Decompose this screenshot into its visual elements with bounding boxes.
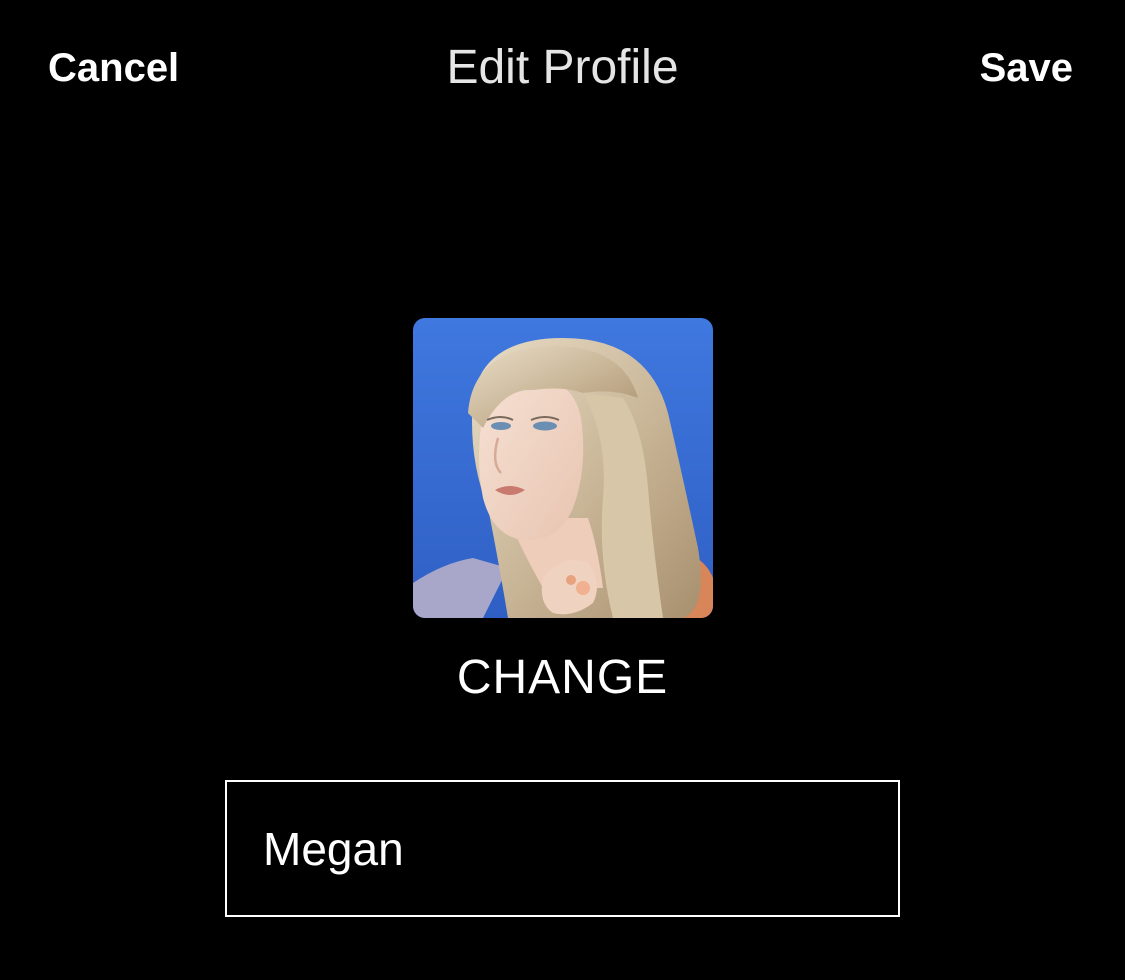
profile-avatar[interactable] bbox=[413, 318, 713, 618]
save-button[interactable]: Save bbox=[980, 44, 1073, 92]
profile-photo-icon bbox=[413, 318, 713, 618]
profile-name-input[interactable] bbox=[227, 782, 898, 915]
page-title: Edit Profile bbox=[446, 41, 679, 94]
change-avatar-button[interactable]: CHANGE bbox=[0, 650, 1125, 706]
profile-name-field[interactable] bbox=[225, 780, 900, 917]
header-bar: Cancel Edit Profile Save bbox=[0, 0, 1125, 140]
